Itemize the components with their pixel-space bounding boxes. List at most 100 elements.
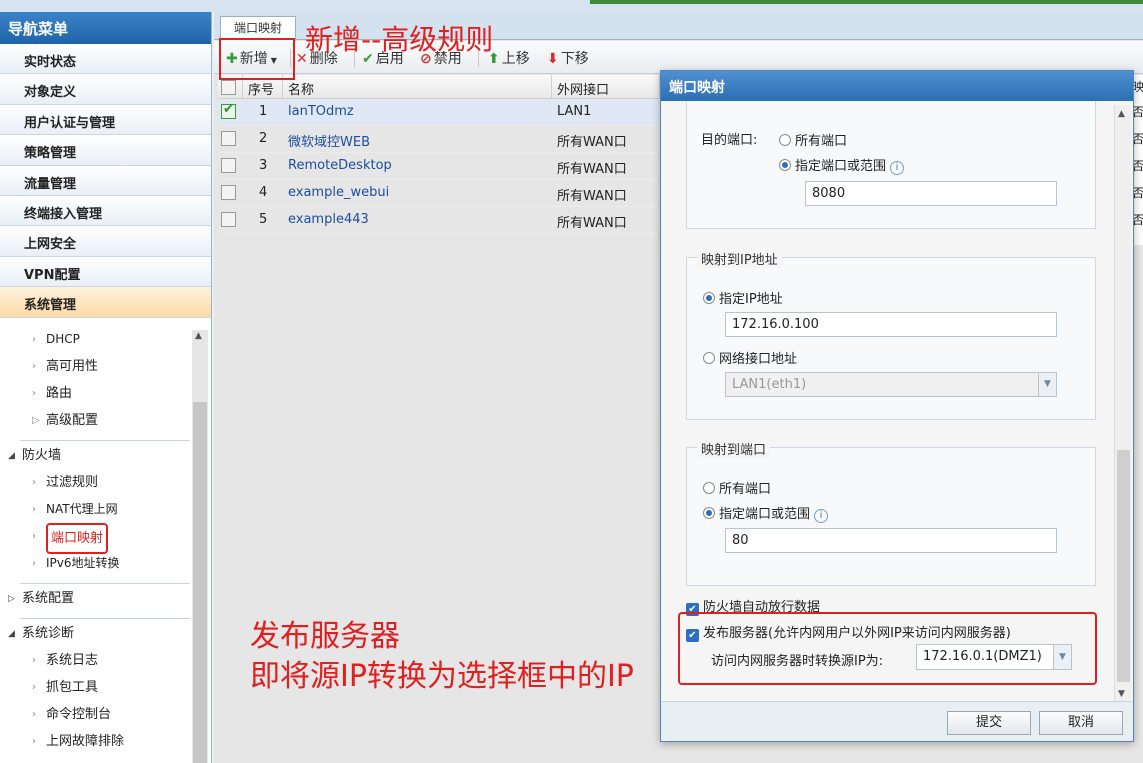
map-port-input[interactable]: 80 bbox=[725, 528, 1057, 553]
radio-specify-ports[interactable]: 指定端口或范围 i bbox=[779, 155, 905, 175]
sub-item-ha[interactable]: › 高可用性 bbox=[30, 353, 210, 380]
map-ip-fieldset: 映射到IP地址 指定IP地址 172.16.0.100 网络接口地址 LAN1(… bbox=[686, 249, 1096, 420]
move-down-label: 下移 bbox=[560, 51, 589, 67]
row-checkbox[interactable] bbox=[221, 102, 236, 119]
nav-header: 导航菜单 bbox=[0, 12, 211, 44]
radio-label: 所有端口 bbox=[719, 482, 772, 497]
row-seq: 3 bbox=[259, 158, 268, 173]
nav-item-terminal[interactable]: 终端接入管理 bbox=[0, 195, 211, 227]
col-header-iface[interactable]: 外网接口 bbox=[557, 79, 609, 98]
nav-item-web-security[interactable]: 上网安全 bbox=[0, 226, 211, 257]
sidebar-subtree: › DHCP › 高可用性 › 路由 ▷ 高级配置 ◢ 防火墙 › 过滤规则 › NAT代理上… bbox=[0, 318, 210, 763]
iface-select: LAN1(eth1) ▼ bbox=[725, 372, 1057, 397]
sub-item-label: 高级配置 bbox=[46, 413, 99, 428]
dialog-footer: 提交 取消 bbox=[661, 701, 1133, 741]
radio-label: 网络接口地址 bbox=[719, 352, 798, 367]
row-checkbox[interactable] bbox=[221, 158, 236, 173]
radio-iface-ip[interactable]: 网络接口地址 bbox=[703, 348, 797, 367]
nav-item-policy[interactable]: 策略管理 bbox=[0, 135, 211, 166]
sub-item-label: 过滤规则 bbox=[46, 475, 99, 490]
row-iface: 所有WAN口 bbox=[557, 216, 627, 231]
row-name-link[interactable]: example443 bbox=[288, 212, 369, 227]
sub-item-syslog[interactable]: › 系统日志 bbox=[30, 647, 210, 674]
sub-item-nat[interactable]: › NAT代理上网 bbox=[30, 496, 210, 523]
row-checkbox[interactable] bbox=[221, 212, 236, 227]
scrollbar-thumb[interactable] bbox=[193, 402, 207, 763]
select-all-checkbox[interactable] bbox=[221, 80, 236, 95]
move-up-button[interactable]: ⬆ 上移 bbox=[488, 49, 530, 69]
annotation-line-1: 发布服务器 bbox=[250, 619, 400, 654]
sub-item-label: IPv6地址转换 bbox=[46, 556, 120, 570]
row-checkbox[interactable] bbox=[221, 185, 236, 200]
group-diagnostics[interactable]: ◢ 系统诊断 bbox=[0, 621, 210, 647]
row-checkbox[interactable] bbox=[221, 131, 236, 146]
divider bbox=[20, 583, 190, 584]
nav-item-objects[interactable]: 对象定义 bbox=[0, 74, 211, 105]
row-name-link[interactable]: example_webui bbox=[288, 185, 389, 200]
sidebar-scrollbar[interactable]: ▲ bbox=[192, 330, 208, 763]
row-name-link[interactable]: 微软域控WEB bbox=[288, 131, 370, 150]
chevron-right-icon: › bbox=[32, 388, 36, 399]
radio-all-ports[interactable]: 所有端口 bbox=[779, 130, 847, 149]
chevron-right-icon: › bbox=[32, 477, 36, 488]
row-seq: 2 bbox=[259, 131, 268, 146]
cancel-button[interactable]: 取消 bbox=[1039, 711, 1123, 735]
scroll-up-icon[interactable]: ▲ bbox=[195, 331, 202, 341]
row-name-link[interactable]: RemoteDesktop bbox=[288, 158, 392, 173]
group-system-config[interactable]: ▷ 系统配置 bbox=[0, 586, 210, 612]
chevron-right-icon: › bbox=[32, 361, 36, 372]
info-icon[interactable]: i bbox=[890, 161, 905, 175]
sub-item-advanced[interactable]: ▷ 高级配置 bbox=[30, 407, 210, 434]
radio-selected-icon bbox=[779, 159, 791, 171]
column-divider bbox=[551, 75, 552, 99]
sub-item-port-mapping[interactable]: › 端口映射 bbox=[30, 523, 210, 554]
sub-item-label: 路由 bbox=[46, 386, 73, 401]
radio-map-all-ports[interactable]: 所有端口 bbox=[703, 478, 771, 497]
sub-item-ipv6[interactable]: › IPv6地址转换 bbox=[30, 550, 210, 577]
group-firewall[interactable]: ◢ 防火墙 bbox=[0, 443, 210, 469]
sub-item-capture[interactable]: › 抓包工具 bbox=[30, 674, 210, 701]
move-up-label: 上移 bbox=[501, 51, 530, 67]
ip-input[interactable]: 172.16.0.100 bbox=[725, 312, 1057, 337]
col-header-name[interactable]: 名称 bbox=[288, 79, 314, 98]
move-down-button[interactable]: ⬇ 下移 bbox=[547, 49, 589, 69]
radio-label: 所有端口 bbox=[795, 134, 848, 149]
sub-item-dhcp[interactable]: › DHCP bbox=[30, 326, 210, 353]
arrow-down-icon: ⬇ bbox=[547, 51, 559, 67]
scroll-up-icon[interactable]: ▲ bbox=[1118, 109, 1125, 119]
row-name-link[interactable]: lanTOdmz bbox=[288, 104, 354, 119]
sub-item-troubleshoot[interactable]: › 上网故障排除 bbox=[30, 728, 210, 755]
sub-item-filter-rules[interactable]: › 过滤规则 bbox=[30, 469, 210, 496]
chevron-right-icon: › bbox=[32, 736, 36, 747]
dialog-scrollbar[interactable]: ▲ ▼ bbox=[1114, 105, 1131, 701]
nav-item-realtime[interactable]: 实时状态 bbox=[0, 44, 211, 75]
col-header-seq[interactable]: 序号 bbox=[248, 79, 274, 98]
radio-label: 指定IP地址 bbox=[719, 292, 783, 307]
nav-item-vpn[interactable]: VPN配置 bbox=[0, 256, 211, 288]
row-iface: 所有WAN口 bbox=[557, 162, 627, 177]
map-port-legend: 映射到端口 bbox=[697, 439, 771, 458]
sub-item-label: 上网故障排除 bbox=[46, 734, 125, 749]
nav-item-traffic[interactable]: 流量管理 bbox=[0, 165, 211, 196]
nav-item-user-auth[interactable]: 用户认证与管理 bbox=[0, 104, 211, 136]
dialog-body: 目的端口: 所有端口 指定端口或范围 i 8080 映射到IP地址 指定IP地址 … bbox=[661, 101, 1133, 701]
nav-item-system-mgmt[interactable]: 系统管理 bbox=[0, 287, 211, 318]
dest-port-fieldset: 目的端口: 所有端口 指定端口或范围 i 8080 bbox=[686, 101, 1096, 229]
dest-port-input[interactable]: 8080 bbox=[805, 181, 1057, 206]
radio-specify-ip[interactable]: 指定IP地址 bbox=[703, 288, 783, 307]
firewall-sub-list: › 过滤规则 › NAT代理上网 › 端口映射 › IPv6地址转换 bbox=[0, 469, 210, 577]
radio-circle-icon bbox=[703, 482, 715, 494]
sub-item-console[interactable]: › 命令控制台 bbox=[30, 701, 210, 728]
group-title-label: 防火墙 bbox=[22, 448, 62, 463]
scroll-down-icon[interactable]: ▼ bbox=[1118, 689, 1125, 699]
annotation-box-publish bbox=[678, 612, 1097, 685]
scrollbar-thumb[interactable] bbox=[1117, 450, 1130, 682]
chevron-right-icon: › bbox=[32, 504, 36, 515]
radio-map-specify-ports[interactable]: 指定端口或范围 i bbox=[703, 503, 829, 523]
divider bbox=[20, 618, 190, 619]
info-icon[interactable]: i bbox=[814, 509, 829, 523]
sidebar: 导航菜单 实时状态 对象定义 用户认证与管理 策略管理 流量管理 终端接入管理 … bbox=[0, 12, 212, 763]
sub-item-label: 高可用性 bbox=[46, 359, 99, 374]
submit-button[interactable]: 提交 bbox=[947, 711, 1031, 735]
sub-item-routing[interactable]: › 路由 bbox=[30, 380, 210, 407]
